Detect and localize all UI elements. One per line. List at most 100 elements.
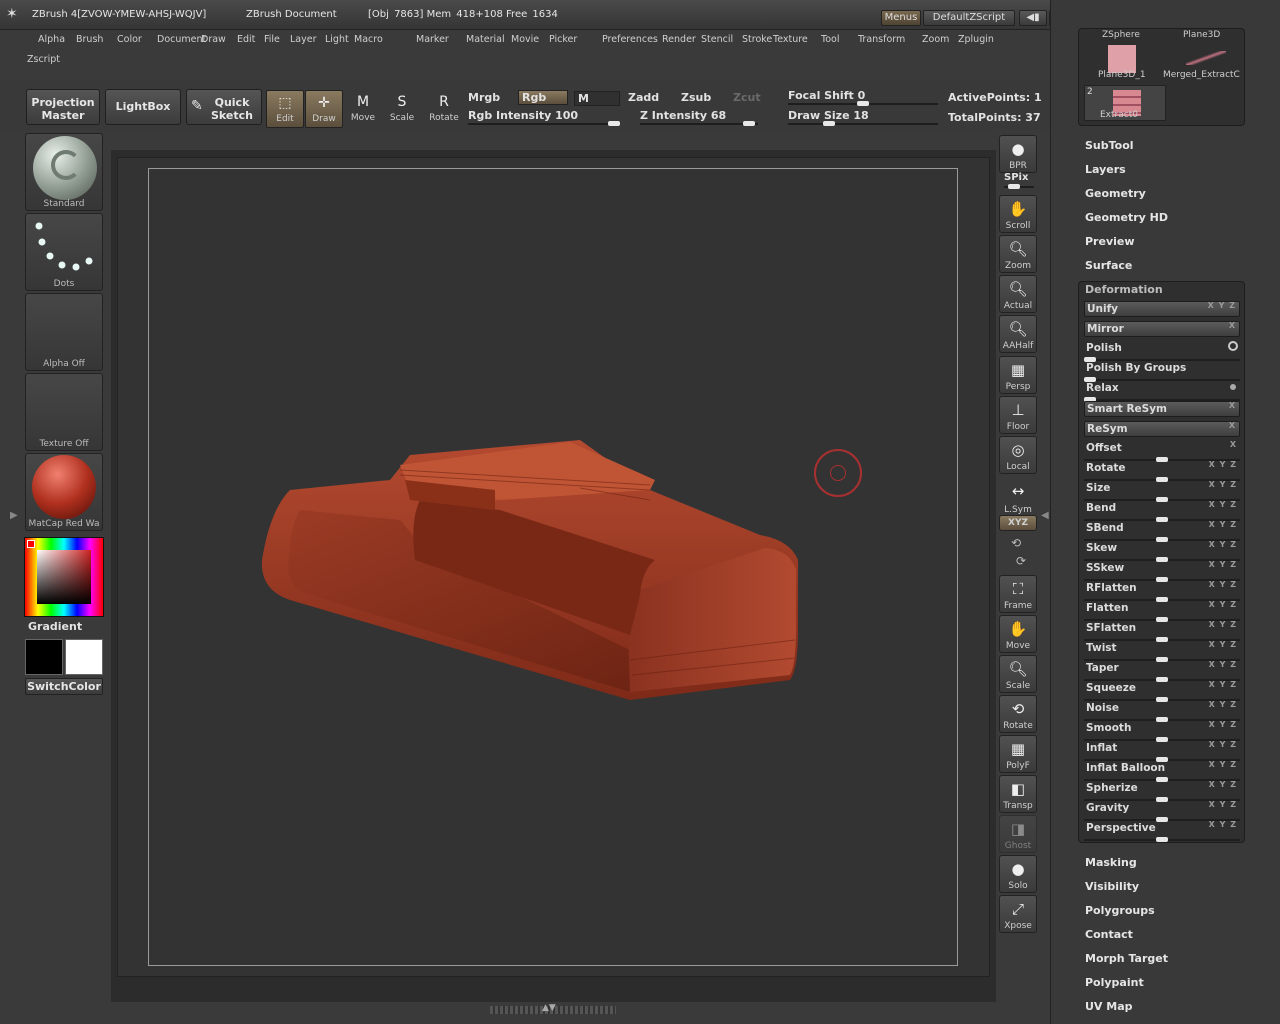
right-tray-toggle-icon[interactable]: ◀ [1041, 510, 1049, 521]
deform-smooth[interactable]: Smooth X Y Z [1084, 720, 1240, 742]
menu-color[interactable]: Color [117, 34, 142, 45]
rtool-solo[interactable]: ● Solo [999, 855, 1037, 893]
rtool-transp[interactable]: ◧ Transp [999, 775, 1037, 813]
deform-polish-by-groups[interactable]: Polish By Groups [1084, 361, 1240, 382]
tool-edit[interactable]: ⬚ Edit [266, 90, 304, 128]
tool-draw[interactable]: ✛ Draw [305, 90, 343, 128]
polish-circle-icon[interactable] [1228, 341, 1238, 351]
switch-color-button[interactable]: SwitchColor [25, 678, 103, 695]
deform-twist[interactable]: Twist X Y Z [1084, 640, 1240, 662]
tool-move[interactable]: M Move [344, 90, 382, 128]
menu-layer[interactable]: Layer [290, 34, 317, 45]
rotate-y-icon[interactable]: ⟲ [1011, 536, 1021, 550]
menu-preferences[interactable]: Preferences [602, 34, 658, 45]
deform-smart-resym-axes[interactable]: X [1229, 401, 1236, 410]
zcut-toggle[interactable]: Zcut [733, 91, 761, 104]
menu-movie[interactable]: Movie [511, 34, 539, 45]
deform-squeeze-axes[interactable]: X Y Z [1209, 680, 1237, 689]
deform-perspective-knob[interactable] [1156, 837, 1168, 842]
menu-edit[interactable]: Edit [237, 34, 255, 45]
deform-unify-axes[interactable]: X Y Z [1208, 301, 1236, 310]
deform-inflat-axes[interactable]: X Y Z [1209, 740, 1237, 749]
rtool-zoom[interactable]: 🔍︎ Zoom [999, 235, 1037, 273]
quick-sketch-button[interactable]: ✎ Quick Sketch [186, 89, 262, 125]
rtool-xpose[interactable]: ⤢ Xpose [999, 895, 1037, 933]
rtool-persp[interactable]: ▦ Persp [999, 356, 1037, 394]
draw-size-slider[interactable] [788, 121, 938, 126]
deform-resym-axes[interactable]: X [1229, 421, 1236, 430]
menu-document[interactable]: Document [157, 34, 206, 45]
deformation-title[interactable]: Deformation [1085, 283, 1163, 296]
deform-smooth-axes[interactable]: X Y Z [1209, 720, 1237, 729]
zsub-toggle[interactable]: Zsub [681, 91, 711, 104]
subtool-thumb-plane3d[interactable]: Plane3D [1183, 30, 1220, 40]
deform-size[interactable]: Size X Y Z [1084, 480, 1240, 502]
rtool-bpr[interactable]: ● BPR [999, 135, 1037, 173]
deform-squeeze[interactable]: Squeeze X Y Z [1084, 680, 1240, 702]
panel-geometry-hd[interactable]: Geometry HD [1085, 211, 1168, 224]
rtool-frame[interactable]: ⛶ Frame [999, 575, 1037, 613]
subtool-thumb-plane3d-1[interactable]: Plane3D_1 [1098, 70, 1146, 80]
deform-rotate[interactable]: Rotate X Y Z [1084, 460, 1240, 482]
panel-polypaint[interactable]: Polypaint [1085, 976, 1144, 989]
menu-stencil[interactable]: Stencil [701, 34, 733, 45]
subtool-thumb-extract0[interactable]: Extract0 [1100, 110, 1138, 120]
panel-uv-map[interactable]: UV Map [1085, 1000, 1133, 1013]
menu-stroke[interactable]: Stroke [742, 34, 772, 45]
focal-shift-knob[interactable] [857, 101, 869, 106]
menu-file[interactable]: File [264, 34, 280, 45]
rtool-scale[interactable]: 🔍︎ Scale [999, 655, 1037, 693]
panel-morph-target[interactable]: Morph Target [1085, 952, 1168, 965]
secondary-color-swatch[interactable] [65, 639, 103, 675]
rtool-rotate[interactable]: ⟲ Rotate [999, 695, 1037, 733]
deform-noise-axes[interactable]: X Y Z [1209, 700, 1237, 709]
menu-brush[interactable]: Brush [76, 34, 103, 45]
panel-layers[interactable]: Layers [1085, 163, 1126, 176]
menu-picker[interactable]: Picker [549, 34, 577, 45]
rtool-actual[interactable]: 🔍︎ Actual [999, 275, 1037, 313]
rtool-l-sym[interactable]: ↔ L.Sym [999, 478, 1037, 516]
menu-render[interactable]: Render [662, 34, 696, 45]
menu-light[interactable]: Light [325, 34, 349, 45]
relax-dot-icon[interactable] [1230, 384, 1236, 390]
mrgb-toggle[interactable]: Mrgb [468, 91, 500, 104]
rgb-intensity-knob[interactable] [608, 121, 620, 126]
menus-button[interactable]: Menus [881, 10, 921, 26]
rtool-move[interactable]: ✋ Move [999, 615, 1037, 653]
default-zscript-button[interactable]: DefaultZScript [923, 10, 1015, 26]
rgb-toggle[interactable]: Rgb [518, 90, 568, 105]
tool-scale[interactable]: S Scale [383, 90, 421, 128]
deform-inflat-balloon-axes[interactable]: X Y Z [1209, 760, 1237, 769]
z-intensity-slider[interactable] [640, 121, 758, 126]
alpha-selector[interactable]: Alpha Off [25, 293, 103, 371]
sculpt-mesh[interactable] [250, 430, 810, 715]
projection-master-button[interactable]: Projection Master [26, 89, 100, 125]
rtool-ghost[interactable]: ◨ Ghost [999, 815, 1037, 853]
rtool-xyz[interactable]: XYZ [999, 515, 1037, 531]
rtool-floor[interactable]: ⊥ Floor [999, 396, 1037, 434]
menu-zplugin[interactable]: Zplugin [958, 34, 994, 45]
scroll-left-icon[interactable]: ◀▮ [1019, 10, 1047, 26]
deform-taper[interactable]: Taper X Y Z [1084, 660, 1240, 682]
rtool-aahalf[interactable]: 🔍︎ AAHalf [999, 315, 1037, 353]
deform-sskew-axes[interactable]: X Y Z [1209, 560, 1237, 569]
panel-polygroups[interactable]: Polygroups [1085, 904, 1155, 917]
deform-size-axes[interactable]: X Y Z [1209, 480, 1237, 489]
deform-rflatten-axes[interactable]: X Y Z [1209, 580, 1237, 589]
deform-rotate-axes[interactable]: X Y Z [1209, 460, 1237, 469]
deform-skew-axes[interactable]: X Y Z [1209, 540, 1237, 549]
subtool-thumb-zsphere[interactable]: ZSphere [1102, 30, 1140, 40]
menu-transform[interactable]: Transform [858, 34, 905, 45]
deform-perspective-axes[interactable]: X Y Z [1209, 820, 1237, 829]
z-intensity-knob[interactable] [743, 121, 755, 126]
deform-mirror-axes[interactable]: X [1229, 321, 1236, 330]
deform-gravity[interactable]: Gravity X Y Z [1084, 800, 1240, 822]
texture-selector[interactable]: Texture Off [25, 373, 103, 451]
deform-resym[interactable]: ReSym X [1084, 421, 1240, 437]
panel-surface[interactable]: Surface [1085, 259, 1132, 272]
deform-spherize-axes[interactable]: X Y Z [1209, 780, 1237, 789]
deform-rflatten[interactable]: RFlatten X Y Z [1084, 580, 1240, 602]
tool-rotate[interactable]: R Rotate [425, 90, 463, 128]
menu-draw[interactable]: Draw [201, 34, 226, 45]
panel-masking[interactable]: Masking [1085, 856, 1137, 869]
